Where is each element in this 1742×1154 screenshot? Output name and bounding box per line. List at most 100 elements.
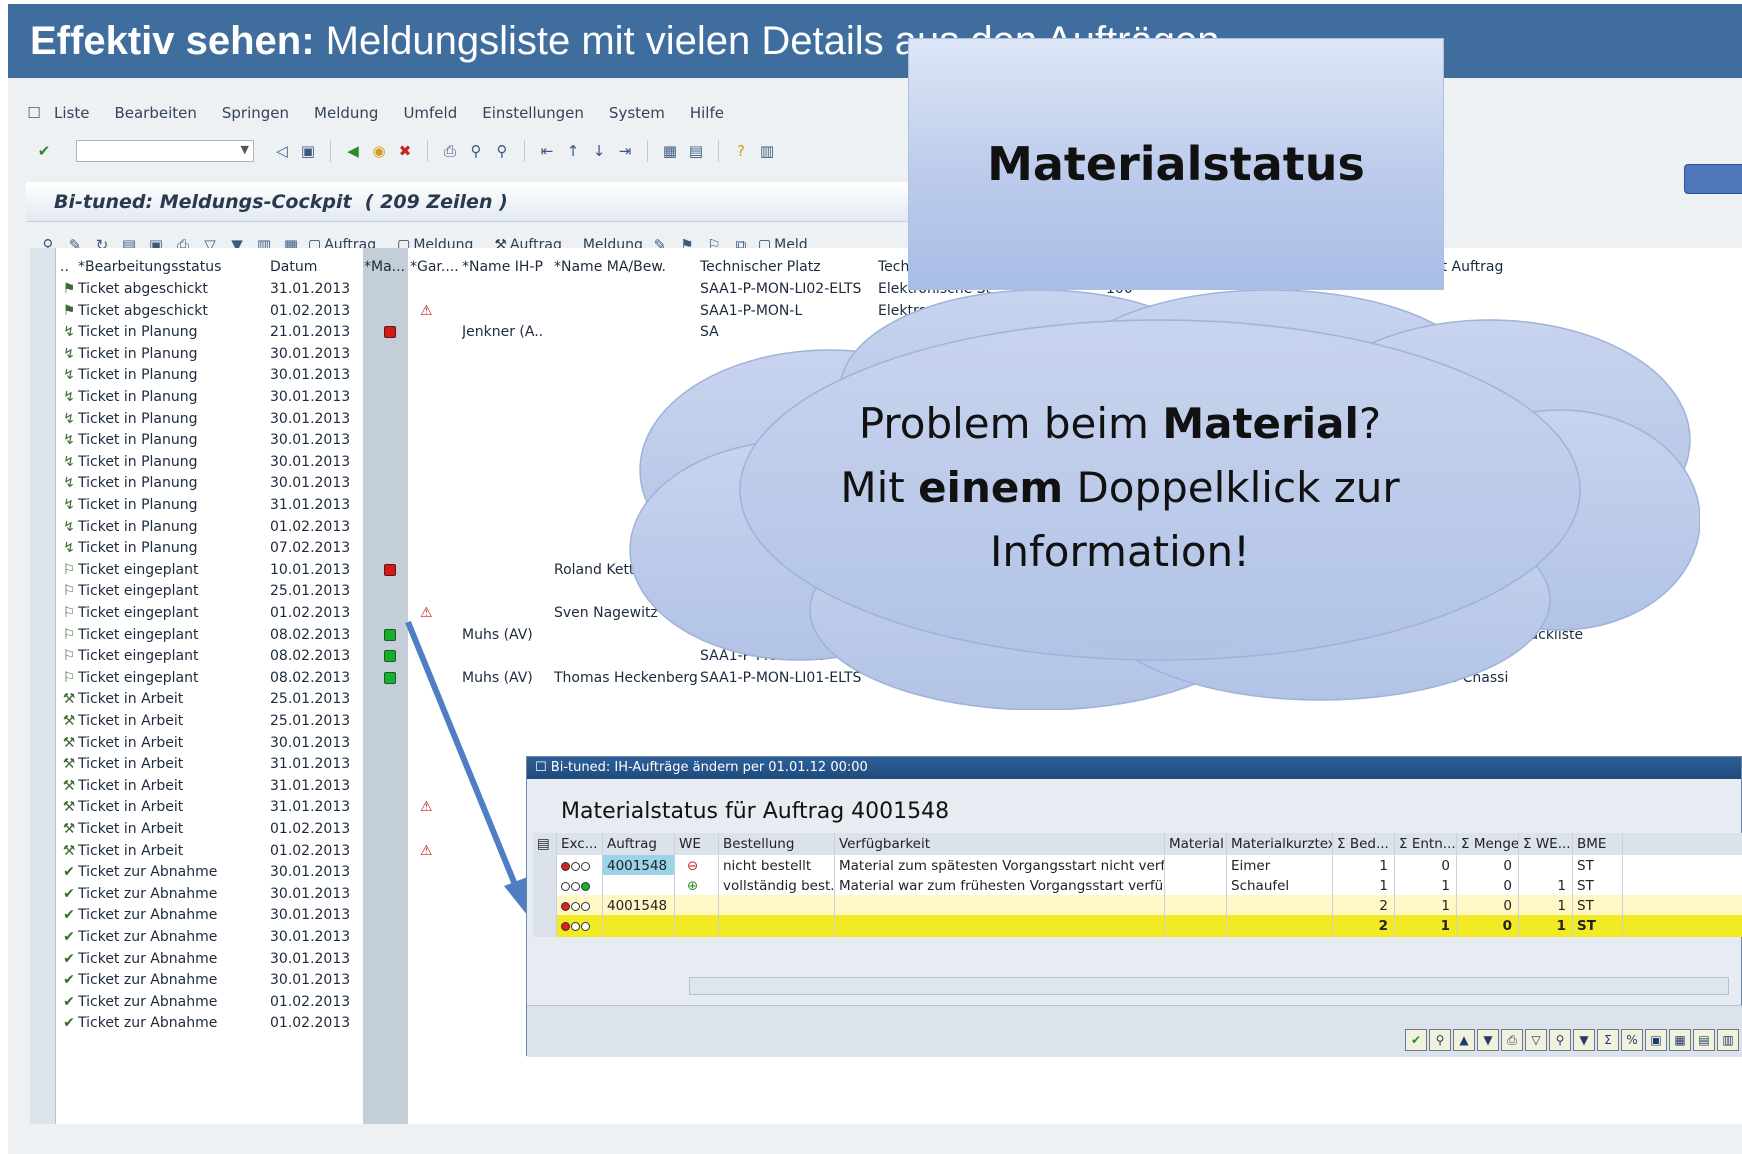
material-status-light[interactable] — [364, 300, 408, 322]
material-status-light[interactable] — [364, 904, 408, 926]
row-selector[interactable] — [32, 732, 58, 754]
material-status-light[interactable] — [364, 343, 408, 365]
column-header[interactable]: Bestellung — [719, 833, 835, 855]
collapse-left-icon[interactable]: ◁ — [272, 141, 292, 161]
material-status-light[interactable] — [364, 602, 408, 624]
row-selector[interactable] — [32, 991, 58, 1013]
material-status-light[interactable] — [364, 688, 408, 710]
row-selector[interactable] — [32, 321, 58, 343]
material-status-light[interactable] — [364, 559, 408, 581]
row-selector[interactable] — [32, 1012, 58, 1034]
material-status-light[interactable] — [364, 386, 408, 408]
filter-icon[interactable]: ▽ — [1525, 1029, 1547, 1051]
material-status-light[interactable] — [364, 818, 408, 840]
material-status-light[interactable] — [364, 537, 408, 559]
material-status-light[interactable] — [364, 408, 408, 430]
row-selector[interactable] — [32, 516, 58, 538]
red-light-icon[interactable] — [384, 563, 396, 576]
new-session-icon[interactable]: ▦ — [660, 141, 680, 161]
material-status-light[interactable] — [364, 645, 408, 667]
sum-icon[interactable]: Σ — [1597, 1029, 1619, 1051]
material-status-light[interactable] — [364, 472, 408, 494]
menu-system[interactable]: System — [609, 104, 665, 122]
material-status-light[interactable] — [364, 926, 408, 948]
row-selector[interactable] — [32, 688, 58, 710]
cancel-icon[interactable]: ✖ — [395, 141, 415, 161]
row-selector[interactable] — [32, 969, 58, 991]
last-page-icon[interactable]: ⇥ — [615, 141, 635, 161]
row-selector[interactable] — [533, 855, 557, 877]
column-header[interactable]: *Gar.... — [410, 256, 462, 278]
row-selector[interactable] — [32, 624, 58, 646]
row-selector[interactable] — [533, 895, 557, 917]
material-status-light[interactable] — [364, 710, 408, 732]
row-selector[interactable] — [32, 386, 58, 408]
find-icon[interactable]: ⚲ — [1549, 1029, 1571, 1051]
material-status-light[interactable] — [364, 429, 408, 451]
popup-item-row[interactable]: 4001548 ⊖ nicht bestellt Material zum späte… — [533, 855, 1742, 877]
row-selector[interactable] — [32, 300, 58, 322]
row-selector[interactable] — [32, 710, 58, 732]
more-icon[interactable]: ▥ — [1717, 1029, 1739, 1051]
red-light-icon[interactable] — [384, 326, 396, 339]
subtotal-icon[interactable]: % — [1621, 1029, 1643, 1051]
column-header[interactable]: *Ma... — [364, 256, 408, 278]
horizontal-scrollbar[interactable] — [689, 977, 1729, 995]
column-header[interactable]: BME — [1573, 833, 1623, 855]
row-selector[interactable] — [32, 278, 58, 300]
menu-hilfe[interactable]: Hilfe — [690, 104, 724, 122]
dropdown-arrow-icon[interactable]: ▼ — [241, 143, 249, 156]
row-selector[interactable] — [32, 472, 58, 494]
layout-menu-icon[interactable]: ▥ — [757, 141, 777, 161]
menu-springen[interactable]: Springen — [222, 104, 289, 122]
row-selector[interactable] — [32, 796, 58, 818]
row-selector[interactable] — [32, 537, 58, 559]
row-selector[interactable] — [32, 602, 58, 624]
material-status-light[interactable] — [364, 624, 408, 646]
row-selector[interactable] — [32, 926, 58, 948]
shortcut-icon[interactable]: ▤ — [686, 141, 706, 161]
window-controls[interactable] — [1684, 164, 1742, 194]
layout-icon[interactable]: ▦ — [1669, 1029, 1691, 1051]
row-selector[interactable] — [32, 580, 58, 602]
column-header[interactable]: *Name IH-P — [462, 256, 554, 278]
material-status-light[interactable] — [364, 840, 408, 862]
column-header[interactable]: Technischer Platz — [700, 256, 876, 278]
green-light-icon[interactable] — [384, 650, 396, 663]
row-selector[interactable] — [533, 915, 557, 937]
subtotal-row[interactable]: 4001548 2 1 0 1 ST — [533, 895, 1742, 917]
save-icon[interactable]: ▣ — [298, 141, 318, 161]
back-icon[interactable]: ◀ — [343, 141, 363, 161]
row-selector[interactable] — [32, 494, 58, 516]
popup-item-row[interactable]: ⊕ vollständig best.. Material war zum früh… — [533, 875, 1742, 897]
material-status-light[interactable] — [364, 321, 408, 343]
column-header[interactable]: Σ WE... — [1519, 833, 1573, 855]
material-status-light[interactable] — [364, 753, 408, 775]
menu-meldung[interactable]: Meldung — [314, 104, 378, 122]
column-header[interactable]: Auftrag — [603, 833, 675, 855]
row-selector[interactable] — [32, 451, 58, 473]
material-status-light[interactable] — [364, 991, 408, 1013]
column-header[interactable]: Exc... — [557, 833, 603, 855]
prev-page-icon[interactable]: ↑ — [563, 141, 583, 161]
row-selector[interactable] — [32, 904, 58, 926]
row-selector[interactable] — [32, 559, 58, 581]
column-header[interactable]: Materialkurztext — [1227, 833, 1333, 855]
material-status-light[interactable] — [364, 883, 408, 905]
material-status-light[interactable] — [364, 494, 408, 516]
material-status-light[interactable] — [364, 861, 408, 883]
filter-set-icon[interactable]: ▼ — [1573, 1029, 1595, 1051]
sort-asc-icon[interactable]: ▲ — [1453, 1029, 1475, 1051]
window-menu-icon[interactable]: ☐ — [24, 103, 44, 123]
green-light-icon[interactable] — [384, 671, 396, 684]
menu-bearbeiten[interactable]: Bearbeiten — [114, 104, 196, 122]
grid-icon[interactable]: ▤ — [1693, 1029, 1715, 1051]
row-selector[interactable] — [32, 753, 58, 775]
column-header[interactable]: Σ Bed... — [1333, 833, 1395, 855]
print-icon[interactable]: ⎙ — [1501, 1029, 1523, 1051]
material-status-light[interactable] — [364, 969, 408, 991]
material-status-light[interactable] — [364, 732, 408, 754]
exit-icon[interactable]: ◉ — [369, 141, 389, 161]
row-selector[interactable] — [32, 948, 58, 970]
row-selector[interactable] — [32, 861, 58, 883]
